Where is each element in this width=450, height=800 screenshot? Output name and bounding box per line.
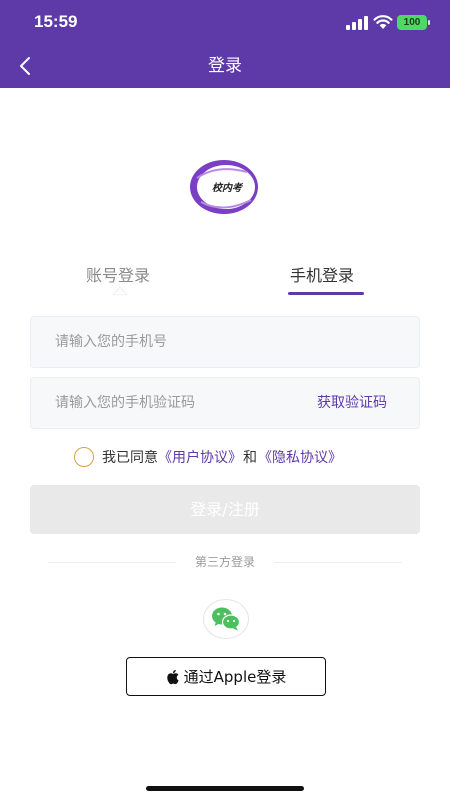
get-code-button[interactable]: 获取验证码 [317, 378, 387, 428]
active-tab-underline [288, 292, 364, 295]
phone-field [30, 316, 420, 368]
verification-code-field: 获取验证码 [30, 377, 420, 429]
home-indicator [146, 786, 304, 791]
tab-phone-login[interactable]: 手机登录 [290, 262, 354, 286]
battery-tip [428, 20, 430, 25]
verification-code-input[interactable] [55, 378, 295, 428]
third-party-label: 第三方登录 [194, 555, 255, 569]
wifi-icon [373, 15, 393, 29]
status-time: 15:59 [34, 12, 78, 31]
privacy-policy-link[interactable]: 《隐私协议》 [258, 447, 342, 467]
user-agreement-link[interactable]: 《用户协议》 [158, 447, 242, 467]
agreement-prefix: 我已同意 [102, 450, 158, 466]
login-register-button[interactable]: 登录/注册 [30, 485, 420, 534]
agreement-checkbox[interactable] [74, 447, 94, 467]
tab-caret-indicator [113, 286, 127, 295]
agreement-row: 我已同意 《用户协议》 和 《隐私协议》 [74, 446, 342, 468]
cellular-signal-icon [346, 16, 368, 30]
app-logo: 校内考 [190, 160, 258, 214]
chevron-left-icon [20, 57, 30, 75]
agreement-and: 和 [243, 450, 257, 466]
apple-icon [166, 669, 179, 684]
back-button[interactable] [10, 50, 40, 82]
nav-bar: 登录 [0, 44, 450, 88]
wechat-icon [212, 607, 241, 631]
page-title: 登录 [208, 56, 242, 76]
apple-login-label: 通过Apple登录 [183, 668, 287, 686]
app-header: 15:59 100 登录 [0, 0, 450, 88]
logo-text: 校内考 [212, 182, 244, 194]
apple-login-button[interactable]: 通过Apple登录 [126, 657, 326, 696]
battery-indicator: 100 [397, 15, 427, 30]
wechat-login-button[interactable] [203, 599, 249, 639]
status-bar: 15:59 100 [0, 0, 450, 44]
third-party-divider: 第三方登录 [48, 554, 402, 570]
phone-input[interactable] [55, 317, 295, 367]
